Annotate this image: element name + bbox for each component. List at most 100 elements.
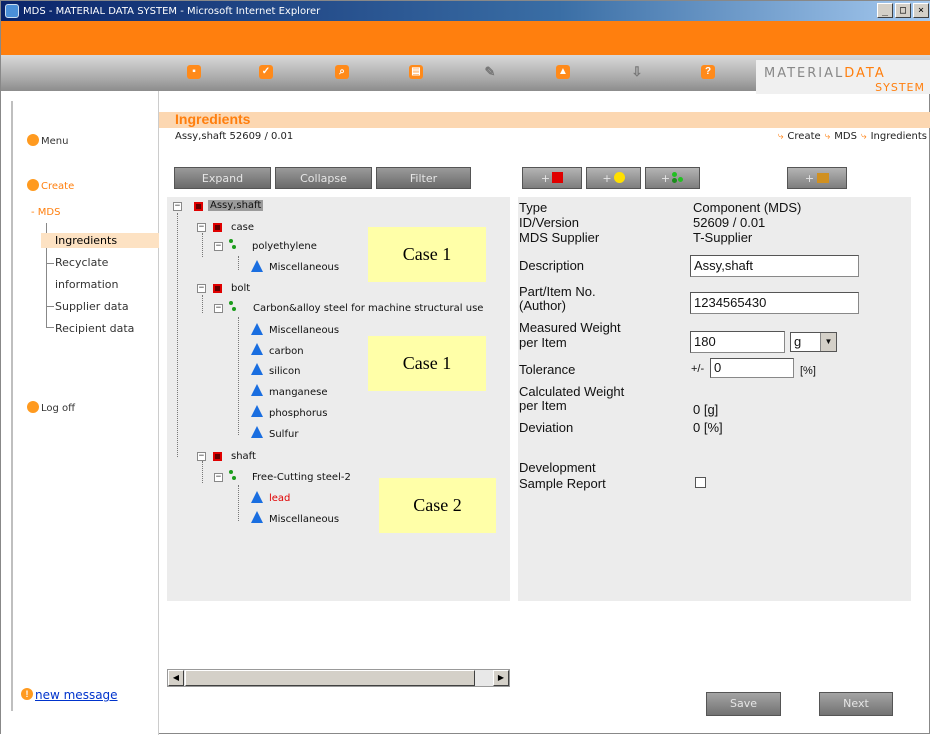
tree-node-sulfur[interactable]: Sulfur xyxy=(269,429,298,440)
expand-button[interactable]: Expand xyxy=(174,167,271,189)
tolerance-unit: [%] xyxy=(800,365,816,377)
header-band xyxy=(1,21,930,55)
tree-horizontal-scrollbar[interactable]: ◀ ▶ xyxy=(167,669,510,687)
minimize-button[interactable]: _ xyxy=(877,3,893,18)
filter-button[interactable]: Filter xyxy=(376,167,471,189)
sidebar-menu[interactable]: Menu xyxy=(41,136,68,147)
add-reference-button[interactable]: + xyxy=(787,167,847,189)
sidebar-item-supplier-data[interactable]: Supplier data xyxy=(55,299,129,314)
new-message-link[interactable]: new message xyxy=(35,688,118,702)
add-material-button[interactable]: + xyxy=(586,167,641,189)
check-icon[interactable]: ✓ xyxy=(259,65,273,79)
tree-node-shaft[interactable]: shaft xyxy=(231,451,256,462)
calculated-weight-value: 0 [g] xyxy=(693,402,719,417)
substance-icon xyxy=(251,260,263,272)
collapse-button[interactable]: Collapse xyxy=(275,167,372,189)
tools-icon[interactable]: ▲ xyxy=(556,65,570,79)
type-value: Component (MDS) xyxy=(693,200,802,215)
tree-node-manganese[interactable]: manganese xyxy=(269,387,328,398)
tree-node-root[interactable]: Assy,shaft xyxy=(208,200,264,211)
mds-supplier-label: MDS Supplier xyxy=(519,230,600,245)
sidebar-rail xyxy=(11,101,13,711)
sidebar xyxy=(1,91,159,735)
title-bar: MDS - MATERIAL DATA SYSTEM - Microsoft I… xyxy=(1,1,930,21)
sidebar-item-ingredients[interactable]: Ingredients xyxy=(41,233,159,248)
brand-line2: SYSTEM xyxy=(875,81,925,94)
maximize-button[interactable]: □ xyxy=(895,3,911,18)
case-annotation: Case 1 xyxy=(368,336,486,391)
close-button[interactable]: × xyxy=(913,3,929,18)
tree-node-bolt[interactable]: bolt xyxy=(231,283,250,294)
download-icon[interactable]: ⇩ xyxy=(630,65,644,79)
tolerance-field[interactable]: 0 xyxy=(710,358,794,378)
tolerance-label: Tolerance xyxy=(519,362,576,377)
bolt-collapse-toggle[interactable]: − xyxy=(197,284,206,293)
shaft-collapse-toggle[interactable]: − xyxy=(197,452,206,461)
breadcrumb-mds[interactable]: MDS xyxy=(834,131,857,142)
print-icon[interactable]: ▤ xyxy=(409,65,423,79)
component-icon xyxy=(552,172,564,183)
substance-icon xyxy=(251,491,263,503)
tree-node-lead[interactable]: lead xyxy=(269,493,290,504)
case-annotation: Case 2 xyxy=(379,478,496,533)
tree-node-silicon[interactable]: silicon xyxy=(269,366,301,377)
semi-component-icon xyxy=(672,172,684,183)
scroll-thumb[interactable] xyxy=(185,670,475,686)
measured-weight-field[interactable]: 180 xyxy=(690,331,785,353)
tree-connector xyxy=(177,213,178,457)
sidebar-tree-branch xyxy=(46,306,54,307)
home-icon[interactable]: ▪ xyxy=(187,65,201,79)
part-no-field[interactable]: 1234565430 xyxy=(690,292,859,314)
tree-node-free-cutting-steel[interactable]: Free-Cutting steel-2 xyxy=(252,472,351,483)
id-version-label: ID/Version xyxy=(519,215,579,230)
chevron-down-icon[interactable]: ▼ xyxy=(820,333,836,351)
case-collapse-toggle[interactable]: − xyxy=(197,223,206,232)
sidebar-item-recipient-data[interactable]: Recipient data xyxy=(55,321,134,336)
weight-unit-value: g xyxy=(794,334,802,349)
tree-node-carbon-steel[interactable]: Carbon&alloy steel for machine structura… xyxy=(253,303,483,314)
sidebar-create[interactable]: Create xyxy=(41,181,74,192)
edit-icon[interactable]: ✎ xyxy=(483,65,497,79)
sidebar-item-recyclate[interactable]: Recyclate xyxy=(55,255,108,270)
scroll-right-icon[interactable]: ▶ xyxy=(493,670,509,686)
next-button[interactable]: Next xyxy=(819,692,893,716)
add-component-button[interactable]: + xyxy=(522,167,582,189)
sample-report-label: Sample Report xyxy=(519,476,606,491)
search-icon[interactable]: ⌕ xyxy=(335,65,349,79)
material-icon xyxy=(613,172,625,183)
sidebar-mds[interactable]: - MDS xyxy=(31,207,60,218)
sidebar-item-recyclate-info[interactable]: information xyxy=(55,277,119,292)
tree-node-misc-3[interactable]: Miscellaneous xyxy=(269,514,339,525)
measured-weight-label: Measured Weight xyxy=(519,320,621,335)
root-collapse-toggle[interactable]: − xyxy=(173,202,182,211)
tree-node-phosphorus[interactable]: phosphorus xyxy=(269,408,327,419)
sample-report-checkbox[interactable] xyxy=(695,477,706,488)
sidebar-tree-branch xyxy=(46,327,54,328)
substance-icon xyxy=(251,511,263,523)
weight-unit-select[interactable]: g ▼ xyxy=(790,332,837,352)
component-icon xyxy=(213,452,222,461)
polyethylene-collapse-toggle[interactable]: − xyxy=(214,242,223,251)
tree-node-misc-1[interactable]: Miscellaneous xyxy=(269,262,339,273)
semi-component-icon xyxy=(229,301,237,311)
free-cutting-collapse-toggle[interactable]: − xyxy=(214,473,223,482)
save-button[interactable]: Save xyxy=(706,692,781,716)
add-semi-component-button[interactable]: + xyxy=(645,167,700,189)
tree-node-case[interactable]: case xyxy=(231,222,254,233)
component-icon xyxy=(194,202,203,211)
carbon-steel-collapse-toggle[interactable]: − xyxy=(214,304,223,313)
description-label: Description xyxy=(519,258,585,273)
breadcrumb-create[interactable]: Create xyxy=(787,131,820,142)
tree-connector xyxy=(238,485,239,521)
id-version-value: 52609 / 0.01 xyxy=(693,215,766,230)
sidebar-logoff[interactable]: Log off xyxy=(41,403,75,414)
description-field[interactable]: Assy,shaft xyxy=(690,255,859,277)
help-icon[interactable]: ? xyxy=(701,65,715,79)
menu-bullet-icon xyxy=(27,134,39,146)
tree-node-carbon[interactable]: carbon xyxy=(269,346,304,357)
breadcrumb-ingredients[interactable]: Ingredients xyxy=(871,131,927,142)
tree-node-misc-2[interactable]: Miscellaneous xyxy=(269,325,339,336)
tree-node-polyethylene[interactable]: polyethylene xyxy=(252,241,317,252)
scroll-left-icon[interactable]: ◀ xyxy=(168,670,184,686)
tree-connector xyxy=(202,295,203,313)
